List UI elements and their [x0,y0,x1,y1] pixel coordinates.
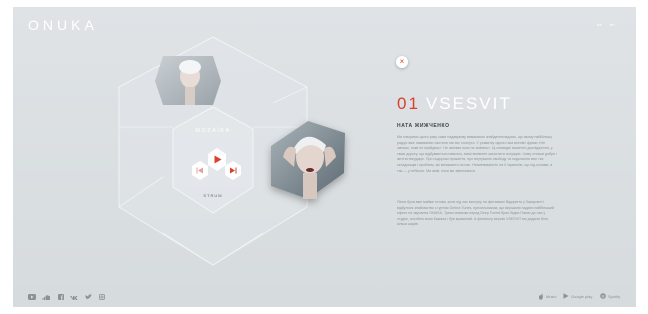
track-number: 01 [397,94,420,113]
close-button[interactable]: × [396,56,408,68]
twitter-icon[interactable] [84,293,92,301]
track-title: 01 VSESVIT [397,94,512,114]
apple-icon [538,293,544,300]
google-play-link[interactable]: Google play [563,293,592,299]
track-name: VSESVIT [425,94,512,113]
description-paragraph: Ми говоримо цього разу саме надзвукову в… [397,135,557,173]
page: ONUKA ua en MOZAЇKA STRUM × 01 VSESVIT Н… [13,7,636,307]
facebook-icon[interactable] [57,293,65,301]
store-label: Spotify [608,293,621,299]
google-play-icon [563,293,569,299]
instagram-icon[interactable] [98,293,106,301]
soundcloud-icon[interactable] [42,293,50,301]
vk-icon[interactable] [70,293,78,301]
store-label: Google play [571,293,593,299]
photo-hexagon-top[interactable] [155,56,221,105]
album-title: MOZAЇKA [195,128,231,134]
description-paragraph: Пісня була вже майже готова, коли під ча… [397,200,555,227]
apple-music-link[interactable]: Music [538,293,556,300]
spotify-link[interactable]: Spotify [600,293,620,299]
now-playing-label: STRUM [203,193,223,198]
spotify-icon [600,293,606,299]
track-author: НАТА ЖИЖЧЕНКО [397,123,450,129]
youtube-icon[interactable] [28,293,36,301]
store-label: Music [546,294,557,299]
close-icon: × [399,57,405,66]
